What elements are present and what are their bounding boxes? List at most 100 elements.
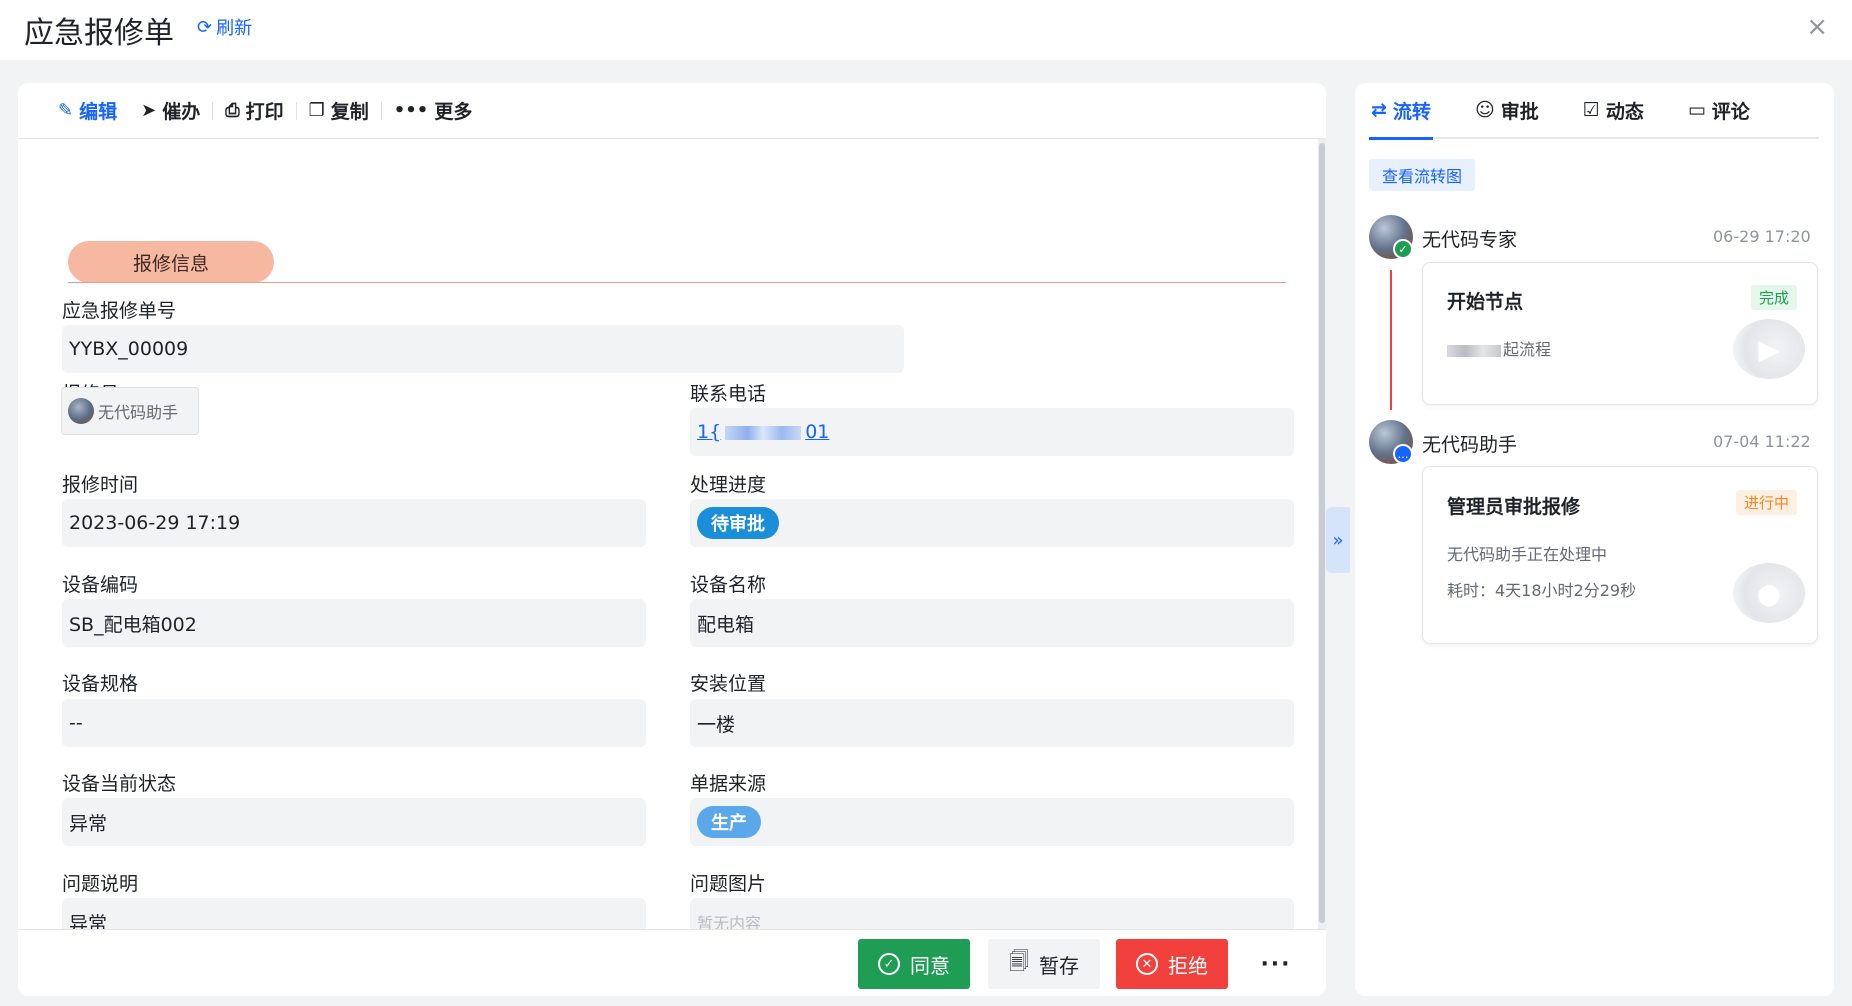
timeline-user: 无代码专家: [1422, 229, 1518, 251]
report-time-field[interactable]: 2023-06-29 17:19: [62, 499, 646, 547]
avatar: [68, 398, 94, 424]
device-code-label: 设备编码: [62, 574, 139, 596]
phone-prefix: 1{: [697, 421, 722, 443]
order-no-field[interactable]: YYBX_00009: [62, 325, 904, 373]
section-divider: [68, 282, 1286, 283]
timeline-user: 无代码助手: [1422, 434, 1518, 456]
order-no-label: 应急报修单号: [62, 300, 177, 322]
issue-desc-label: 问题说明: [62, 873, 139, 895]
more-actions-button[interactable]: ···: [1246, 939, 1306, 989]
timeline-time: 06-29 17:20: [1713, 227, 1811, 246]
check-circle-icon: ✓: [878, 953, 900, 975]
form-card: ✎ 编辑 ➤ 催办 ⎙ 打印 ❐ 复制 ••• 更多 报修信息 应急报修单号 Y…: [18, 83, 1326, 996]
pending-icon: …: [1393, 444, 1413, 464]
more-button[interactable]: ••• 更多: [382, 97, 485, 124]
node-duration: 耗时：4天18小时2分29秒: [1447, 581, 1637, 600]
issue-img-field[interactable]: 暂无内容: [690, 898, 1294, 929]
user-icon: ●: [1733, 563, 1805, 623]
timeline-card[interactable]: 开始节点 完成 起流程 ▶: [1422, 262, 1818, 405]
device-code-field[interactable]: SB_配电箱002: [62, 599, 646, 647]
tab-approve[interactable]: ☺ 审批: [1473, 83, 1541, 138]
phone-link[interactable]: 1{ 01: [697, 421, 829, 443]
install-loc-label: 安装位置: [690, 673, 767, 695]
timeline-connector: [1390, 270, 1392, 410]
copy-label: 复制: [330, 101, 369, 123]
tab-activity[interactable]: ☑ 动态: [1581, 83, 1646, 138]
progress-label: 处理进度: [690, 474, 767, 496]
urge-button[interactable]: ➤ 催办: [129, 97, 212, 124]
play-icon: ▶: [1733, 319, 1805, 379]
timeline-card[interactable]: 管理员审批报修 进行中 无代码助手正在处理中 耗时：4天18小时2分29秒 ●: [1422, 466, 1818, 644]
node-title: 管理员审批报修: [1447, 496, 1581, 518]
comment-icon: ▭: [1687, 99, 1706, 121]
refresh-label: 刷新: [216, 18, 253, 39]
header-bar: 应急报修单 ⟳ 刷新 ×: [0, 0, 1852, 60]
phone-label: 联系电话: [690, 383, 767, 405]
tab-activity-label: 动态: [1605, 100, 1644, 123]
node-subtext-suffix: 起流程: [1503, 340, 1552, 359]
device-status-label: 设备当前状态: [62, 773, 177, 795]
close-circle-icon: ✕: [1136, 953, 1158, 975]
more-label: 更多: [434, 101, 473, 123]
tab-flow[interactable]: ⇄ 流转: [1369, 83, 1433, 140]
phone-redaction: [725, 425, 802, 440]
node-subtext: 无代码助手正在处理中: [1447, 545, 1608, 564]
device-spec-field[interactable]: --: [62, 699, 646, 747]
issue-img-label: 问题图片: [690, 873, 767, 895]
progress-field: 待审批: [690, 499, 1294, 547]
agree-button[interactable]: ✓ 同意: [858, 939, 970, 989]
device-spec-label: 设备规格: [62, 673, 139, 695]
tab-comment[interactable]: ▭ 评论: [1686, 83, 1752, 138]
activity-icon: ☑: [1582, 99, 1600, 121]
tab-comment-label: 评论: [1711, 100, 1750, 123]
redacted-name: [1447, 344, 1501, 357]
reject-label: 拒绝: [1168, 953, 1208, 978]
phone-suffix: 01: [805, 421, 830, 443]
approve-user-icon: ☺: [1474, 99, 1495, 121]
tab-flow-label: 流转: [1392, 100, 1431, 123]
tab-approve-label: 审批: [1500, 100, 1539, 123]
agree-label: 同意: [910, 953, 950, 978]
device-name-field[interactable]: 配电箱: [690, 599, 1294, 647]
issue-img-placeholder: 暂无内容: [697, 914, 762, 929]
node-title: 开始节点: [1447, 291, 1524, 313]
toolbar: ✎ 编辑 ➤ 催办 ⎙ 打印 ❐ 复制 ••• 更多: [18, 83, 1326, 139]
timeline-time: 07-04 11:22: [1713, 432, 1811, 451]
refresh-icon: ⟳: [197, 16, 213, 38]
device-name-label: 设备名称: [690, 574, 767, 596]
phone-field[interactable]: 1{ 01: [690, 408, 1294, 456]
view-flow-chart-button[interactable]: 查看流转图: [1369, 159, 1475, 191]
print-label: 打印: [245, 101, 284, 123]
print-button[interactable]: ⎙ 打印: [213, 97, 295, 124]
source-field: 生产: [690, 798, 1294, 846]
panel-tabs: ⇄ 流转 ☺ 审批 ☑ 动态 ▭ 评论: [1369, 83, 1819, 140]
refresh-button[interactable]: ⟳ 刷新: [197, 14, 252, 40]
issue-desc-field[interactable]: 异常: [62, 898, 646, 929]
save-draft-button[interactable]: 🗐 暂存: [988, 939, 1100, 989]
reporter-chip[interactable]: 无代码助手: [61, 387, 199, 435]
save-label: 暂存: [1038, 953, 1079, 978]
urge-label: 催办: [162, 101, 201, 123]
flow-icon: ⇄: [1371, 99, 1387, 121]
form-body[interactable]: 报修信息 应急报修单号 YYBX_00009 报修员 无代码助手 联系电话 1{…: [18, 139, 1318, 929]
more-icon: •••: [393, 100, 429, 121]
install-loc-field[interactable]: 一楼: [690, 699, 1294, 747]
node-subtext: 起流程: [1447, 336, 1551, 360]
scrollbar-thumb[interactable]: [1319, 143, 1325, 923]
copy-icon: ❐: [308, 100, 325, 121]
status-badge: 进行中: [1735, 490, 1797, 515]
copy-button[interactable]: ❐ 复制: [297, 97, 381, 124]
page-title: 应急报修单: [24, 16, 174, 51]
close-icon[interactable]: ×: [1806, 12, 1828, 42]
reporter-name: 无代码助手: [98, 403, 179, 422]
report-time-label: 报修时间: [62, 474, 139, 496]
double-chevron-right-icon: »: [1332, 529, 1344, 551]
edit-button[interactable]: ✎ 编辑: [46, 97, 129, 124]
collapse-panel-button[interactable]: »: [1326, 507, 1350, 573]
source-badge: 生产: [697, 806, 761, 838]
action-bar: ✓ 同意 🗐 暂存 ✕ 拒绝 ···: [18, 929, 1326, 996]
status-badge: 完成: [1750, 285, 1797, 310]
reject-button[interactable]: ✕ 拒绝: [1116, 939, 1228, 989]
status-badge: 待审批: [697, 507, 779, 539]
device-status-field[interactable]: 异常: [62, 798, 646, 846]
